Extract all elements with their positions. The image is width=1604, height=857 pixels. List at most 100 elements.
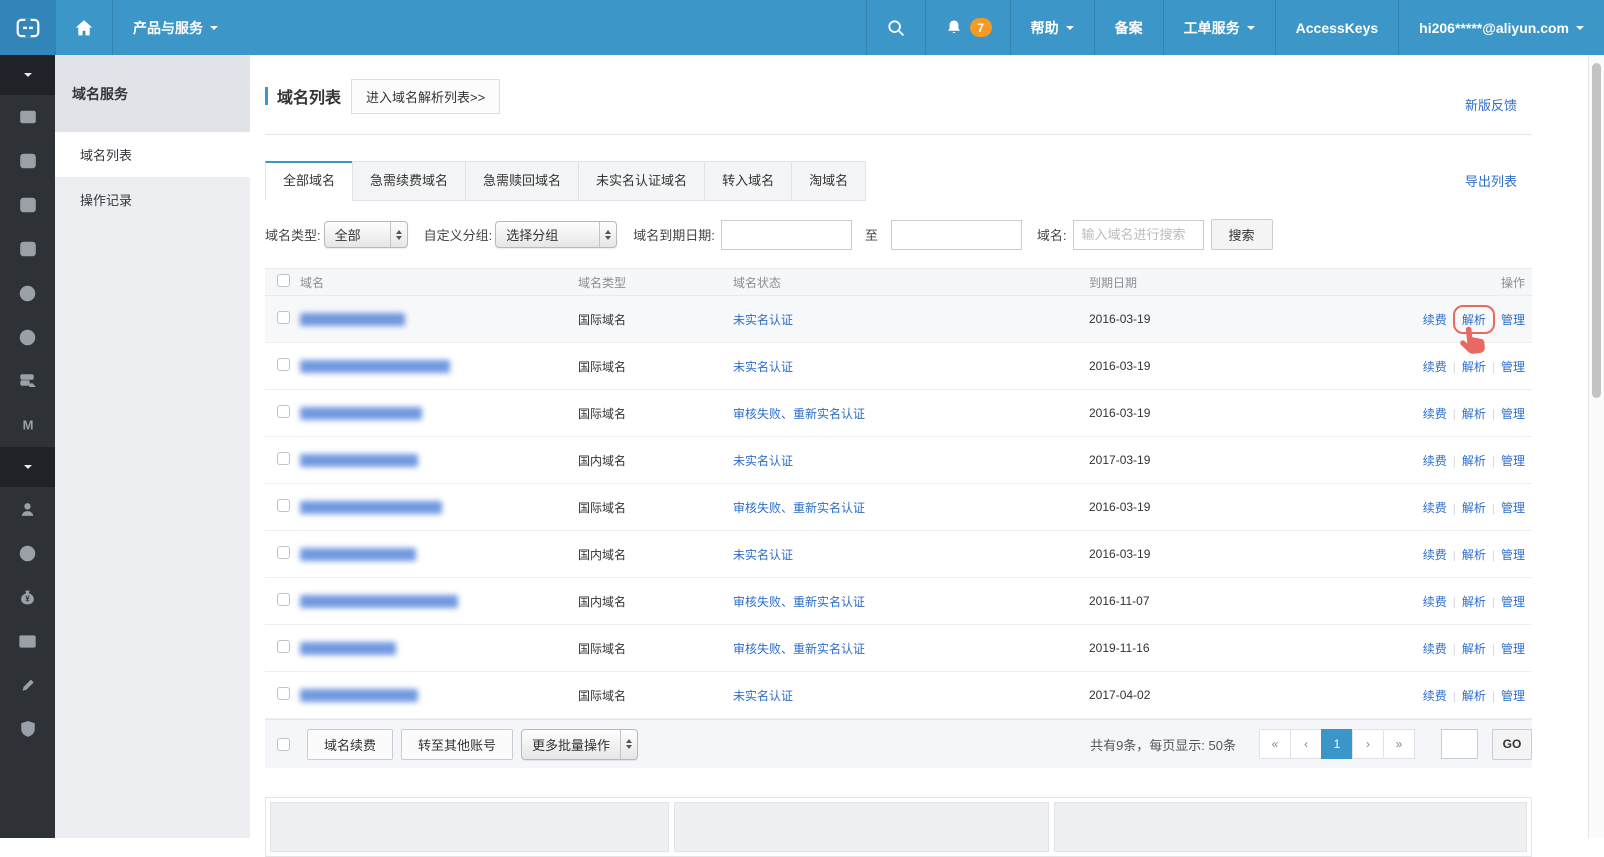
op-renew-link[interactable]: 续费 [1423, 501, 1447, 515]
tab-3[interactable]: 未实名认证域名 [578, 161, 705, 201]
op-manage-link[interactable]: 管理 [1501, 454, 1525, 468]
nav-products-menu[interactable]: 产品与服务 [113, 0, 238, 55]
op-resolve-link[interactable]: 解析 [1462, 407, 1486, 421]
next-page-button[interactable]: › [1352, 729, 1384, 759]
tab-1[interactable]: 急需续费域名 [352, 161, 466, 201]
new-version-feedback-link[interactable]: 新版反馈 [1465, 95, 1517, 114]
scrollbar-thumb[interactable] [1592, 63, 1601, 398]
balance-yen-icon[interactable]: ¥ [0, 531, 55, 575]
nav-notifications[interactable]: 7 [925, 0, 1010, 55]
cdn-nodes-icon[interactable] [0, 139, 55, 183]
domain-status-link[interactable]: 审核失败、重新实名认证 [733, 595, 865, 609]
domain-status-link[interactable]: 未实名认证 [733, 689, 793, 703]
domain-status-link[interactable]: 未实名认证 [733, 454, 793, 468]
goto-page-input[interactable] [1441, 729, 1478, 759]
op-renew-link[interactable]: 续费 [1423, 689, 1447, 703]
domain-redacted[interactable] [300, 313, 405, 326]
funds-bag-icon[interactable]: ¥ [0, 575, 55, 619]
domain-redacted[interactable] [300, 689, 418, 702]
row-checkbox[interactable] [277, 452, 290, 465]
rail-collapse-top[interactable] [0, 55, 55, 95]
domain-redacted[interactable] [300, 407, 422, 420]
expire-date-from-input[interactable] [721, 220, 852, 250]
op-renew-link[interactable]: 续费 [1423, 313, 1447, 327]
row-checkbox[interactable] [277, 358, 290, 371]
security-shield-icon[interactable] [0, 707, 55, 751]
last-page-button[interactable]: » [1383, 729, 1415, 759]
domain-redacted[interactable] [300, 501, 442, 514]
expire-date-to-input[interactable] [891, 220, 1022, 250]
domain-status-link[interactable]: 未实名认证 [733, 313, 793, 327]
domain-redacted[interactable] [300, 595, 458, 608]
tab-2[interactable]: 急需赎回域名 [465, 161, 579, 201]
domain-search-input[interactable] [1073, 220, 1204, 250]
row-checkbox[interactable] [277, 405, 290, 418]
batch-transfer-button[interactable]: 转至其他账号 [401, 729, 513, 760]
op-manage-link[interactable]: 管理 [1501, 595, 1525, 609]
slb-nodes-icon[interactable] [0, 183, 55, 227]
op-resolve-link[interactable]: 解析 [1462, 454, 1486, 468]
row-checkbox[interactable] [277, 499, 290, 512]
op-resolve-link[interactable]: 解析 [1462, 642, 1486, 656]
domain-status-link[interactable]: 未实名认证 [733, 548, 793, 562]
row-checkbox[interactable] [277, 640, 290, 653]
nav-accesskeys[interactable]: AccessKeys [1275, 0, 1399, 55]
op-renew-link[interactable]: 续费 [1423, 642, 1447, 656]
op-manage-link[interactable]: 管理 [1501, 501, 1525, 515]
op-renew-link[interactable]: 续费 [1423, 454, 1447, 468]
domain-status-link[interactable]: 审核失败、重新实名认证 [733, 642, 865, 656]
dns-icon[interactable]: DNS [0, 315, 55, 359]
domain-status-link[interactable]: 未实名认证 [733, 360, 793, 374]
op-manage-link[interactable]: 管理 [1501, 360, 1525, 374]
export-list-link[interactable]: 导出列表 [1465, 171, 1517, 190]
tab-4[interactable]: 转入域名 [704, 161, 792, 201]
op-renew-link[interactable]: 续费 [1423, 360, 1447, 374]
nav-home[interactable] [55, 0, 113, 55]
nav-beian[interactable]: 备案 [1094, 0, 1163, 55]
op-renew-link[interactable]: 续费 [1423, 407, 1447, 421]
op-resolve-link[interactable]: 解析 [1462, 595, 1486, 609]
user-icon[interactable] [0, 487, 55, 531]
op-manage-link[interactable]: 管理 [1501, 689, 1525, 703]
tab-0[interactable]: 全部域名 [265, 161, 353, 201]
aliyun-logo[interactable] [0, 0, 55, 55]
select-all-checkbox[interactable] [277, 274, 290, 287]
batch-select-checkbox[interactable] [277, 738, 290, 751]
nav-account-menu[interactable]: hi206*****@aliyun.com [1398, 0, 1604, 55]
nav-search[interactable] [866, 0, 925, 55]
nav-tickets-menu[interactable]: 工单服务 [1163, 0, 1275, 55]
op-resolve-link[interactable]: 解析 [1462, 360, 1486, 374]
media-icon[interactable] [0, 227, 55, 271]
op-resolve-link[interactable]: 解析 [1462, 689, 1486, 703]
domain-type-select[interactable]: 全部 [324, 221, 408, 248]
domain-redacted[interactable] [300, 642, 396, 655]
first-page-button[interactable]: « [1259, 729, 1291, 759]
op-manage-link[interactable]: 管理 [1501, 313, 1525, 327]
m-service-icon[interactable]: M [0, 403, 55, 447]
row-checkbox[interactable] [277, 593, 290, 606]
domain-redacted[interactable] [300, 454, 418, 467]
message-icon[interactable] [0, 619, 55, 663]
op-manage-link[interactable]: 管理 [1501, 642, 1525, 656]
tab-5[interactable]: 淘域名 [791, 161, 866, 201]
custom-group-select[interactable]: 选择分组 [495, 221, 617, 248]
prev-page-button[interactable]: ‹ [1290, 729, 1322, 759]
edit-pencil-icon[interactable] [0, 663, 55, 707]
domain-status-link[interactable]: 审核失败、重新实名认证 [733, 407, 865, 421]
sidebar-item-operation-log[interactable]: 操作记录 [55, 177, 250, 222]
search-button[interactable]: 搜索 [1211, 219, 1273, 250]
console-list-icon[interactable] [0, 95, 55, 139]
row-checkbox[interactable] [277, 546, 290, 559]
op-manage-link[interactable]: 管理 [1501, 407, 1525, 421]
server-cloud-icon[interactable] [0, 359, 55, 403]
domain-redacted[interactable] [300, 548, 416, 561]
rail-collapse-bottom[interactable] [0, 447, 55, 487]
domain-redacted[interactable] [300, 360, 450, 373]
op-manage-link[interactable]: 管理 [1501, 548, 1525, 562]
current-page-button[interactable]: 1 [1321, 729, 1353, 759]
op-resolve-link[interactable]: 解析 [1462, 313, 1486, 327]
row-checkbox[interactable] [277, 311, 290, 324]
op-renew-link[interactable]: 续费 [1423, 548, 1447, 562]
domain-status-link[interactable]: 审核失败、重新实名认证 [733, 501, 865, 515]
sidebar-item-domain-list[interactable]: 域名列表 [55, 132, 250, 177]
